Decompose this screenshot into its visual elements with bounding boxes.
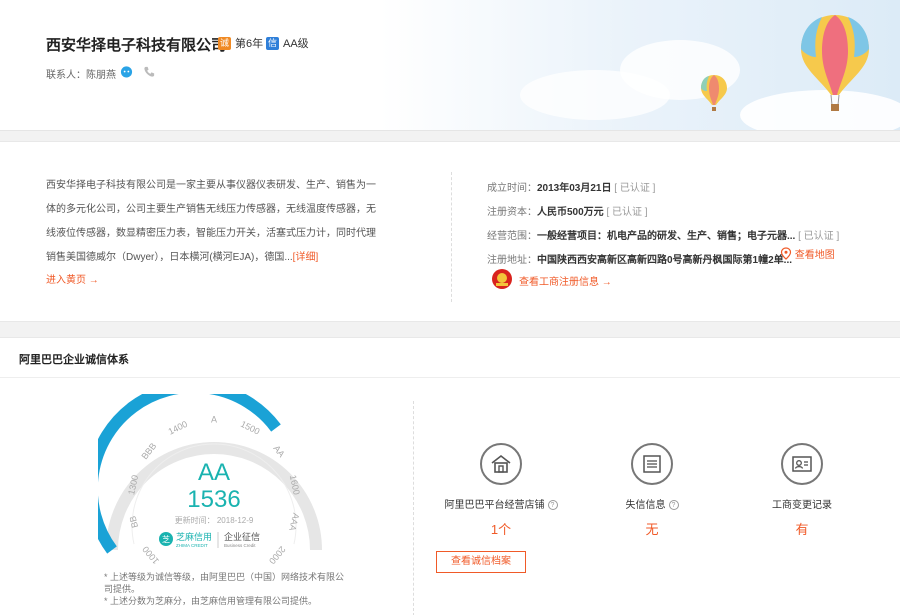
company-description: 西安华择电子科技有限公司是一家主要从事仪器仪表研发、生产、销售为一体的多元化公司…: [46, 174, 381, 270]
reg-label: 经营范围：: [487, 231, 537, 242]
arrow-right-icon: →: [88, 275, 99, 286]
view-map-link[interactable]: 查看地图: [780, 246, 835, 261]
credit-level-icon: 信: [266, 36, 279, 50]
update-time: 更新时间： 2018-12-9: [175, 515, 254, 525]
reg-label: 注册资本：: [487, 207, 537, 218]
company-info-panel: 西安华择电子科技有限公司是一家主要从事仪器仪表研发、生产、销售为一体的多元化公司…: [0, 141, 900, 322]
contact-person: 联系人：陈朋燕: [46, 70, 116, 81]
credit-score: 1536: [187, 486, 240, 513]
enterprise-credit-label: 企业征信: [224, 531, 260, 543]
reg-row-founded: 成立时间：2013年03月21日 [ 已认证 ]: [487, 179, 655, 194]
gauge-scale-label: 1600: [288, 474, 302, 496]
hot-air-balloon-large: [801, 15, 869, 111]
gauge-scale-label: AA: [271, 443, 286, 459]
help-icon[interactable]: ?: [668, 500, 679, 510]
view-business-registration-label: 查看工商注册信息: [519, 277, 599, 288]
company-header: 西安华择电子科技有限公司 诚 第6年 信 AA级 联系人：陈朋燕: [0, 0, 900, 131]
reg-label: 成立时间：: [487, 183, 537, 194]
reg-label: 注册地址：: [487, 255, 537, 266]
credit-section-title: 阿里巴巴企业诚信体系: [19, 354, 129, 366]
gauge-scale-label: AAA: [287, 512, 301, 532]
enter-yellow-pages-label: 进入黄页: [46, 275, 86, 286]
view-credit-archive-button[interactable]: 查看诚信档案: [436, 551, 526, 573]
enter-yellow-pages-link[interactable]: 进入黄页 →: [46, 271, 99, 286]
reg-cert: [ 已认证 ]: [798, 231, 840, 242]
level-badge: 信 AA级: [266, 35, 309, 51]
level-label: AA级: [283, 38, 309, 50]
credit-gauge: 1000 BB 1300 BBB 1400 A 1500 AA 1600 AAA 2000 AA 1…: [98, 394, 322, 564]
arrow-right-icon: →: [601, 277, 612, 288]
stat-label: 阿里巴巴平台经营店铺: [444, 500, 545, 511]
stat-value[interactable]: 有: [722, 519, 882, 538]
company-name[interactable]: 西安华择电子科技有限公司: [46, 34, 226, 55]
info-divider: [451, 172, 452, 302]
zhima-label: 芝麻信用: [176, 531, 212, 543]
zhima-icon-glyph: 芝: [162, 534, 170, 544]
stat-label: 工商变更记录: [772, 500, 832, 511]
note-grade: * 上述等级为诚信等级，由阿里巴巴（中国）网络技术有限公司提供。: [104, 572, 345, 594]
years-badge: 诚 第6年: [218, 35, 263, 51]
gauge-scale-label: 1000: [140, 544, 161, 564]
stat-label: 失信信息: [625, 500, 666, 511]
view-map-label: 查看地图: [794, 250, 835, 261]
credit-divider: [413, 401, 414, 615]
stat-value[interactable]: 1个: [421, 519, 581, 538]
stat-stores: 阿里巴巴平台经营店铺? 1个: [421, 443, 581, 538]
reg-value: 一般经营项目：机电产品的研发、生产、销售；电子元器...: [537, 231, 796, 242]
national-emblem-icon: [492, 269, 512, 289]
reg-row-scope: 经营范围：一般经营项目：机电产品的研发、生产、销售；电子元器... [ 已认证 …: [487, 227, 839, 242]
gauge-scale-label: 1300: [126, 474, 140, 496]
help-icon[interactable]: ?: [547, 500, 558, 510]
gauge-scale-label: 2000: [267, 544, 288, 564]
map-pin-icon: [780, 247, 792, 260]
store-icon: [480, 443, 522, 485]
reg-value: 人民币500万元: [537, 207, 604, 218]
years-label: 第6年: [235, 38, 264, 50]
reg-cert: [ 已认证 ]: [606, 207, 648, 218]
note-score: * 上述分数为芝麻分，由芝麻信用管理有限公司提供。: [104, 596, 318, 606]
reg-row-capital: 注册资本：人民币500万元 [ 已认证 ]: [487, 203, 648, 218]
description-text: 西安华择电子科技有限公司是一家主要从事仪器仪表研发、生产、销售为一体的多元化公司…: [46, 180, 376, 263]
view-business-registration-link[interactable]: 查看工商注册信息 →: [519, 273, 612, 288]
gauge-fill: [98, 394, 281, 554]
zhima-sub: ZHIMA CREDIT: [176, 543, 208, 548]
reg-value: 中国陕西西安高新区高新四路0号高新丹枫国际第1幢2单...: [537, 255, 793, 266]
credit-notes: * 上述等级为诚信等级，由阿里巴巴（中国）网络技术有限公司提供。 * 上述分数为…: [104, 571, 344, 607]
list-icon: [631, 443, 673, 485]
integrity-icon: 诚: [218, 36, 231, 50]
enterprise-credit-sub: Business Credit: [224, 543, 256, 548]
hot-air-balloon-small: [701, 75, 727, 111]
gauge-scale-label: 1500: [239, 419, 261, 437]
wangwang-chat-icon[interactable]: [120, 65, 133, 78]
id-card-icon: [781, 443, 823, 485]
reg-cert: [ 已认证 ]: [614, 183, 656, 194]
reg-value: 2013年03月21日: [537, 183, 612, 194]
credit-grade: AA: [198, 459, 230, 486]
detail-link[interactable]: [详细]: [293, 252, 319, 263]
stat-business-changes: 工商变更记录 有: [722, 443, 882, 538]
stat-value[interactable]: 无: [572, 519, 732, 538]
stat-dishonesty: 失信信息? 无: [572, 443, 732, 538]
gauge-scale-label: 1400: [167, 419, 189, 437]
credit-system-panel: 阿里巴巴企业诚信体系 1000 BB 1300 BBB 1400 A 1500 AA 1600 A…: [0, 337, 900, 615]
credit-title-divider: [0, 377, 900, 378]
reg-row-address: 注册地址：中国陕西西安高新区高新四路0号高新丹枫国际第1幢2单...: [487, 251, 792, 266]
gauge-scale-label: BBB: [139, 441, 158, 461]
phone-icon[interactable]: [143, 65, 156, 78]
gauge-scale-label: BB: [127, 515, 140, 529]
gauge-scale-label: A: [211, 414, 217, 424]
